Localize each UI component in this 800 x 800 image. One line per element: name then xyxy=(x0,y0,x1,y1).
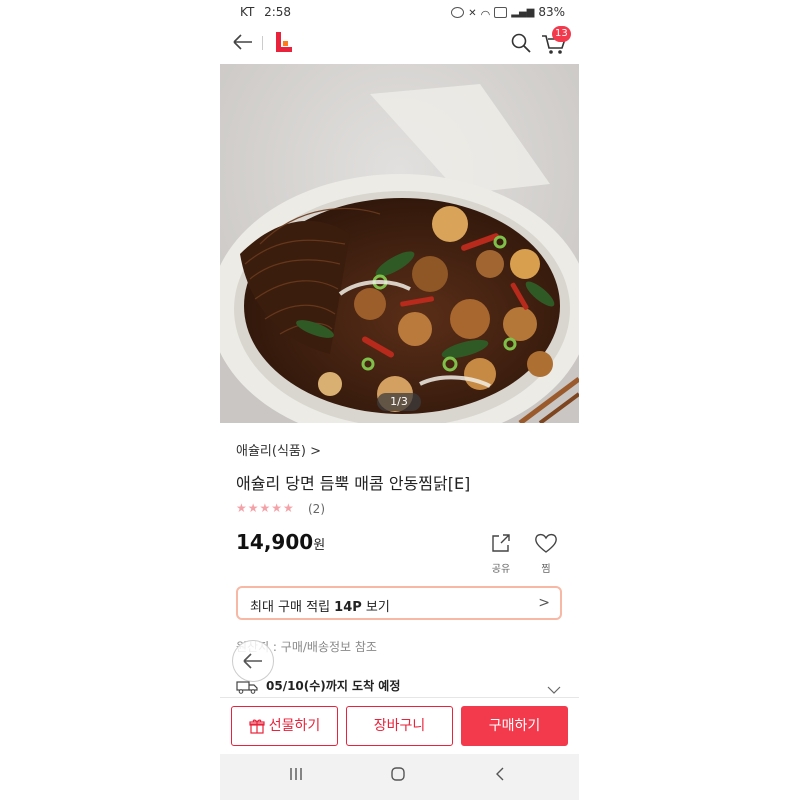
wish-button[interactable]: 찜 xyxy=(533,532,559,575)
recent-apps-icon[interactable] xyxy=(288,766,304,787)
carrier: KT xyxy=(240,5,255,19)
mute-icon: ✕ xyxy=(468,7,477,19)
app-header: 13 xyxy=(220,26,579,60)
status-left: KT 2:58 xyxy=(240,5,291,19)
system-nav-bar xyxy=(220,754,579,800)
points-amount: 14P xyxy=(334,600,362,615)
purchase-action-bar: 선물하기 장바구니 구매하기 xyxy=(220,697,579,755)
review-count[interactable]: (2) xyxy=(308,502,325,516)
add-to-cart-button[interactable]: 장바구니 xyxy=(346,706,453,746)
wifi-icon: ◠ xyxy=(480,7,491,21)
points-banner[interactable]: 최대 구매 적립 14P 보기 > xyxy=(236,586,562,620)
points-suffix: 보기 xyxy=(361,600,390,615)
chevron-right-icon: > xyxy=(538,595,550,611)
price-unit: 원 xyxy=(313,538,326,553)
product-image[interactable] xyxy=(220,64,579,423)
back-arrow-icon xyxy=(243,653,262,669)
share-label: 공유 xyxy=(491,564,511,575)
share-icon xyxy=(492,534,510,552)
braised-chicken-photo xyxy=(220,64,579,423)
price: 14,900원 xyxy=(236,530,325,554)
back-arrow-icon[interactable] xyxy=(232,32,254,52)
points-text: 최대 구매 적립 14P 보기 xyxy=(250,596,390,615)
chevron-down-icon[interactable] xyxy=(547,683,561,697)
home-icon[interactable] xyxy=(390,766,406,787)
delivery-date: 05/10(수)까지 도착 예정 xyxy=(266,679,401,693)
gift-button[interactable]: 선물하기 xyxy=(231,706,338,746)
signal-icon: ▂▄▆ xyxy=(511,6,535,18)
battery-level: 83% xyxy=(538,5,565,19)
clock: 2:58 xyxy=(264,5,292,19)
alarm-icon xyxy=(451,6,465,18)
header-divider xyxy=(262,36,263,50)
buy-button[interactable]: 구매하기 xyxy=(461,706,568,746)
share-button[interactable]: 공유 xyxy=(488,532,514,575)
volte-icon xyxy=(494,6,508,18)
delivery-info: 05/10(수)까지 도착 예정 xyxy=(236,677,400,694)
gift-button-label: 선물하기 xyxy=(268,718,321,734)
image-counter: 1/3 xyxy=(377,393,421,411)
brand-link[interactable]: 애슐리(식품) > xyxy=(236,440,321,459)
price-value: 14,900 xyxy=(236,530,314,554)
truck-icon xyxy=(236,680,258,694)
floating-back-button[interactable] xyxy=(232,640,274,682)
heart-icon xyxy=(535,533,557,553)
nav-back-icon[interactable] xyxy=(492,766,508,787)
star-rating: ★★★★★ xyxy=(236,501,295,515)
cart-count-badge: 13 xyxy=(552,26,571,42)
wish-label: 찜 xyxy=(541,564,551,575)
phone-screen: KT 2:58 ✕ ◠ ▂▄▆ 83% 13 1/3 애슐리(식품) > 애슐리… xyxy=(220,0,579,800)
search-icon[interactable] xyxy=(510,32,532,54)
lotte-logo-icon[interactable] xyxy=(276,32,292,52)
product-title: 애슐리 당면 듬뿍 매콤 안동찜닭[E] xyxy=(236,474,471,493)
status-bar: KT 2:58 ✕ ◠ ▂▄▆ 83% xyxy=(220,0,579,24)
gift-icon xyxy=(249,719,265,734)
status-right: ✕ ◠ ▂▄▆ 83% xyxy=(451,5,565,21)
points-prefix: 최대 구매 적립 xyxy=(250,600,335,615)
